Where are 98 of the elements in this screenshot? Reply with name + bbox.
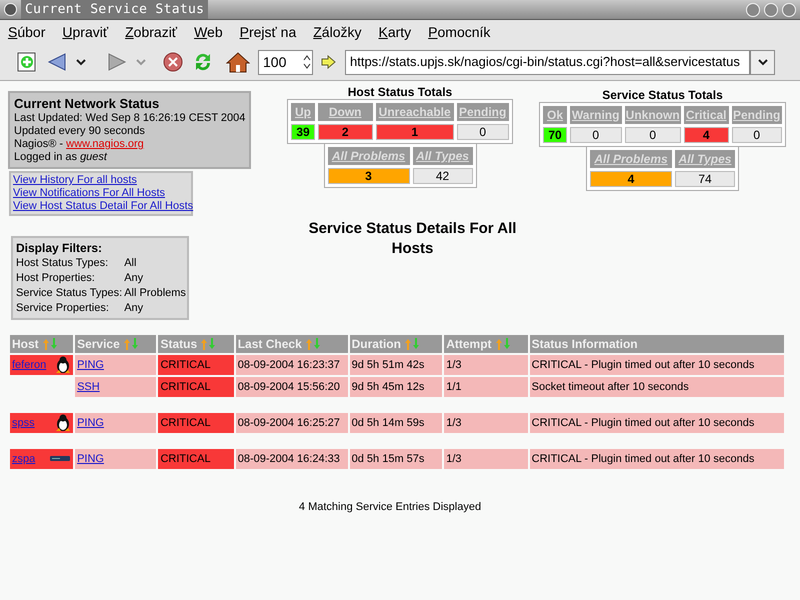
totals-count: 39 bbox=[291, 124, 315, 140]
filter-label: Host Status Types: bbox=[16, 256, 110, 271]
nav-link[interactable]: View Notifications For All Hosts bbox=[13, 187, 189, 200]
filter-value: Any bbox=[124, 301, 144, 316]
status-cell: CRITICAL bbox=[158, 377, 234, 397]
service-link[interactable]: PING bbox=[77, 416, 104, 429]
host-link[interactable]: feferon bbox=[12, 356, 46, 374]
menu-item[interactable]: Karty bbox=[378, 22, 412, 42]
attempt-cell: 1/3 bbox=[444, 413, 528, 433]
duration-cell: 0d 5h 14m 59s bbox=[350, 413, 442, 433]
totals-count: 2 bbox=[318, 124, 373, 140]
network-device-icon bbox=[49, 455, 72, 463]
last-check-cell: 08-09-2004 15:56:20 bbox=[236, 377, 348, 397]
attempt-cell: 1/1 bbox=[444, 377, 528, 397]
home-icon[interactable] bbox=[226, 51, 250, 73]
menu-item[interactable]: Upraviť bbox=[62, 22, 108, 42]
page-heading: Service Status Details For All Hosts bbox=[308, 219, 518, 259]
maximize-button[interactable] bbox=[764, 2, 778, 16]
totals-count: 0 bbox=[732, 127, 782, 143]
menu-item[interactable]: Súbor bbox=[8, 22, 46, 42]
back-icon[interactable] bbox=[46, 51, 68, 73]
attempt-cell: 1/3 bbox=[444, 449, 528, 469]
host-link[interactable]: zspa bbox=[12, 450, 36, 468]
totals-count: 4 bbox=[590, 171, 672, 187]
status-cell: CRITICAL bbox=[158, 449, 234, 469]
menu-item[interactable]: Zobraziť bbox=[125, 22, 178, 42]
url-field[interactable]: https://stats.upjs.sk/nagios/cgi-bin/status.cgi?host=all&servicestatus bbox=[345, 50, 750, 74]
duration-cell: 0d 5h 15m 57s bbox=[350, 449, 442, 469]
new-tab-icon[interactable] bbox=[16, 51, 38, 73]
duration-cell: 9d 5h 51m 42s bbox=[350, 355, 442, 375]
totals-header-link[interactable]: Unknown bbox=[626, 108, 680, 122]
menu-item[interactable]: Pomocník bbox=[428, 22, 490, 42]
column-header[interactable]: Host bbox=[10, 335, 74, 353]
filter-label: Service Properties: bbox=[16, 301, 110, 316]
status-info-cell: CRITICAL - Plugin timed out after 10 seconds bbox=[530, 355, 784, 375]
menu-item[interactable]: Prejsť na bbox=[240, 22, 296, 42]
totals-count: 3 bbox=[328, 168, 410, 184]
totals-count: 70 bbox=[543, 127, 567, 143]
status-cell: CRITICAL bbox=[158, 413, 234, 433]
panel-title: Current Network Status bbox=[14, 96, 160, 112]
status-cell: CRITICAL bbox=[158, 355, 234, 375]
duration-cell: 9d 5h 45m 12s bbox=[350, 377, 442, 397]
totals-count: 4 bbox=[684, 127, 729, 143]
panel-title: Display Filters: bbox=[16, 240, 104, 256]
penguin-icon bbox=[55, 356, 72, 374]
last-check-cell: 08-09-2004 16:24:33 bbox=[236, 449, 348, 469]
totals-count: 0 bbox=[624, 127, 681, 143]
close-button[interactable] bbox=[782, 2, 796, 16]
totals-count: 0 bbox=[570, 127, 622, 143]
nagios-label: Nagios® - bbox=[14, 138, 64, 151]
service-link[interactable]: SSH bbox=[77, 380, 100, 393]
status-info-cell: Socket timeout after 10 seconds bbox=[530, 377, 784, 397]
filter-value: All bbox=[124, 256, 138, 271]
host-link[interactable]: spss bbox=[12, 414, 35, 432]
column-header[interactable]: Attempt bbox=[444, 335, 528, 353]
totals-count: 42 bbox=[412, 168, 472, 184]
caret-icon bbox=[758, 58, 768, 66]
entries-count: 4 Matching Service Entries Displayed bbox=[298, 500, 482, 515]
nagios-link[interactable]: www.nagios.org bbox=[66, 138, 144, 151]
filter-value: All Problems bbox=[124, 286, 186, 301]
url-dropdown-button[interactable] bbox=[750, 50, 775, 74]
menu-item[interactable]: Záložky bbox=[313, 22, 362, 42]
go-icon[interactable] bbox=[321, 55, 337, 69]
caret-icon[interactable] bbox=[76, 58, 86, 66]
status-info-cell: CRITICAL - Plugin timed out after 10 seconds bbox=[530, 449, 784, 469]
totals-header-link[interactable]: Pending bbox=[733, 108, 780, 122]
totals-header-link[interactable]: Critical bbox=[686, 108, 727, 122]
window-title: Current Service Status bbox=[21, 0, 208, 20]
minimize-button[interactable] bbox=[746, 2, 760, 16]
totals-title: Host Status Totals bbox=[348, 85, 452, 99]
nav-link[interactable]: View History For all hosts bbox=[13, 174, 189, 187]
totals-title: Service Status Totals bbox=[602, 88, 723, 102]
filter-label: Service Status Types: bbox=[16, 286, 122, 301]
totals-count: 74 bbox=[675, 171, 735, 187]
menu-item[interactable]: Web bbox=[194, 22, 223, 42]
update-interval-text: Updated every 90 seconds bbox=[14, 125, 146, 138]
forward-icon[interactable] bbox=[106, 51, 128, 73]
service-link[interactable]: PING bbox=[77, 358, 104, 371]
column-header[interactable]: Duration bbox=[350, 335, 442, 353]
service-link[interactable]: PING bbox=[77, 452, 104, 465]
attempt-cell: 1/3 bbox=[444, 355, 528, 375]
column-header: Status Information bbox=[530, 335, 784, 353]
filter-label: Host Properties: bbox=[16, 271, 96, 286]
stop-icon[interactable] bbox=[162, 51, 184, 73]
column-header[interactable]: Last Check bbox=[236, 335, 348, 353]
zoom-field[interactable]: 100 bbox=[258, 50, 313, 74]
last-check-cell: 08-09-2004 16:23:37 bbox=[236, 355, 348, 375]
column-header[interactable]: Status bbox=[158, 335, 234, 353]
last-check-cell: 08-09-2004 16:25:27 bbox=[236, 413, 348, 433]
totals-count: 0 bbox=[456, 124, 509, 140]
status-info-cell: CRITICAL - Plugin timed out after 10 seconds bbox=[530, 413, 784, 433]
window-menu-icon[interactable] bbox=[4, 3, 17, 16]
totals-count: 1 bbox=[376, 124, 454, 140]
filter-value: Any bbox=[124, 271, 144, 286]
column-header[interactable]: Service bbox=[75, 335, 156, 353]
logged-in-text: Logged in as guest bbox=[14, 151, 108, 164]
last-updated-text: Last Updated: Wed Sep 8 16:26:19 CEST 2004 bbox=[14, 112, 246, 125]
penguin-icon bbox=[55, 414, 72, 432]
